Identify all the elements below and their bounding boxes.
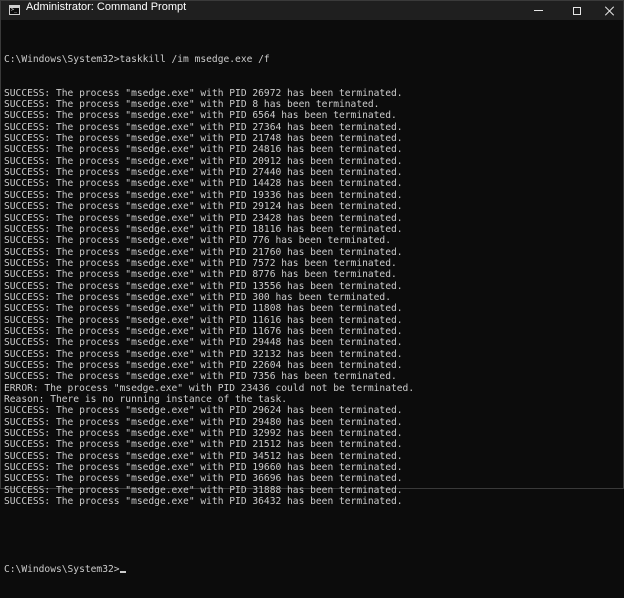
output-line: SUCCESS: The process "msedge.exe" with P… (4, 450, 403, 462)
cmd-icon (9, 5, 20, 15)
output-line: SUCCESS: The process "msedge.exe" with P… (4, 223, 403, 235)
minimize-button[interactable] (523, 1, 553, 20)
command-prompt-window: Administrator: Command Prompt C:\Windows… (0, 0, 624, 575)
output-line: SUCCESS: The process "msedge.exe" with P… (4, 484, 403, 496)
output-line: SUCCESS: The process "msedge.exe" with P… (4, 416, 403, 428)
output-line: SUCCESS: The process "msedge.exe" with P… (4, 144, 403, 156)
output-line: SUCCESS: The process "msedge.exe" with P… (4, 337, 403, 349)
text-cursor (119, 571, 126, 574)
output-line: SUCCESS: The process "msedge.exe" with P… (4, 189, 403, 201)
output-line: SUCCESS: The process "msedge.exe" with P… (4, 405, 403, 417)
output-line: SUCCESS: The process "msedge.exe" with P… (4, 473, 403, 485)
output-line: SUCCESS: The process "msedge.exe" with P… (4, 178, 403, 190)
output-line: SUCCESS: The process "msedge.exe" with P… (4, 133, 403, 145)
output-line: SUCCESS: The process "msedge.exe" with P… (4, 257, 397, 269)
output-line: SUCCESS: The process "msedge.exe" with P… (4, 269, 397, 281)
window-title: Administrator: Command Prompt (26, 1, 187, 13)
output-line: SUCCESS: The process "msedge.exe" with P… (4, 121, 403, 133)
output-line: SUCCESS: The process "msedge.exe" with P… (4, 348, 403, 360)
prompt-line[interactable]: C:\Windows\System32> (4, 564, 610, 575)
output-line: SUCCESS: The process "msedge.exe" with P… (4, 359, 403, 371)
output-lines: SUCCESS: The process "msedge.exe" with P… (4, 88, 610, 508)
output-line: SUCCESS: The process "msedge.exe" with P… (4, 462, 403, 474)
output-line: SUCCESS: The process "msedge.exe" with P… (4, 235, 391, 247)
output-line: SUCCESS: The process "msedge.exe" with P… (4, 439, 403, 451)
output-line: SUCCESS: The process "msedge.exe" with P… (4, 212, 403, 224)
output-line: SUCCESS: The process "msedge.exe" with P… (4, 325, 403, 337)
output-line: SUCCESS: The process "msedge.exe" with P… (4, 99, 380, 111)
output-line: SUCCESS: The process "msedge.exe" with P… (4, 87, 403, 99)
close-button[interactable] (595, 1, 624, 20)
prompt-text: C:\Windows\System32> (4, 564, 120, 576)
scrollbar[interactable] (618, 23, 620, 485)
output-line: SUCCESS: The process "msedge.exe" with P… (4, 371, 397, 383)
output-line: SUCCESS: The process "msedge.exe" with P… (4, 496, 403, 508)
command-line: C:\Windows\System32>taskkill /im msedge.… (4, 53, 270, 65)
output-line: ERROR: The process "msedge.exe" with PID… (4, 382, 415, 394)
output-line: Reason: There is no running instance of … (4, 394, 288, 405)
output-line: SUCCESS: The process "msedge.exe" with P… (4, 428, 403, 440)
close-icon (605, 6, 615, 16)
output-line: SUCCESS: The process "msedge.exe" with P… (4, 280, 403, 292)
output-line: SUCCESS: The process "msedge.exe" with P… (4, 291, 391, 303)
title-bar[interactable]: Administrator: Command Prompt (1, 1, 623, 20)
maximize-button[interactable] (562, 1, 592, 20)
terminal-output[interactable]: C:\Windows\System32>taskkill /im msedge.… (4, 31, 610, 598)
output-line: SUCCESS: The process "msedge.exe" with P… (4, 155, 403, 167)
minimize-icon (533, 10, 543, 11)
maximize-icon (573, 6, 581, 15)
output-line: SUCCESS: The process "msedge.exe" with P… (4, 246, 403, 258)
output-line: SUCCESS: The process "msedge.exe" with P… (4, 201, 403, 213)
output-line: SUCCESS: The process "msedge.exe" with P… (4, 167, 403, 179)
output-line: SUCCESS: The process "msedge.exe" with P… (4, 110, 397, 122)
output-line: SUCCESS: The process "msedge.exe" with P… (4, 303, 403, 315)
output-line: SUCCESS: The process "msedge.exe" with P… (4, 314, 403, 326)
